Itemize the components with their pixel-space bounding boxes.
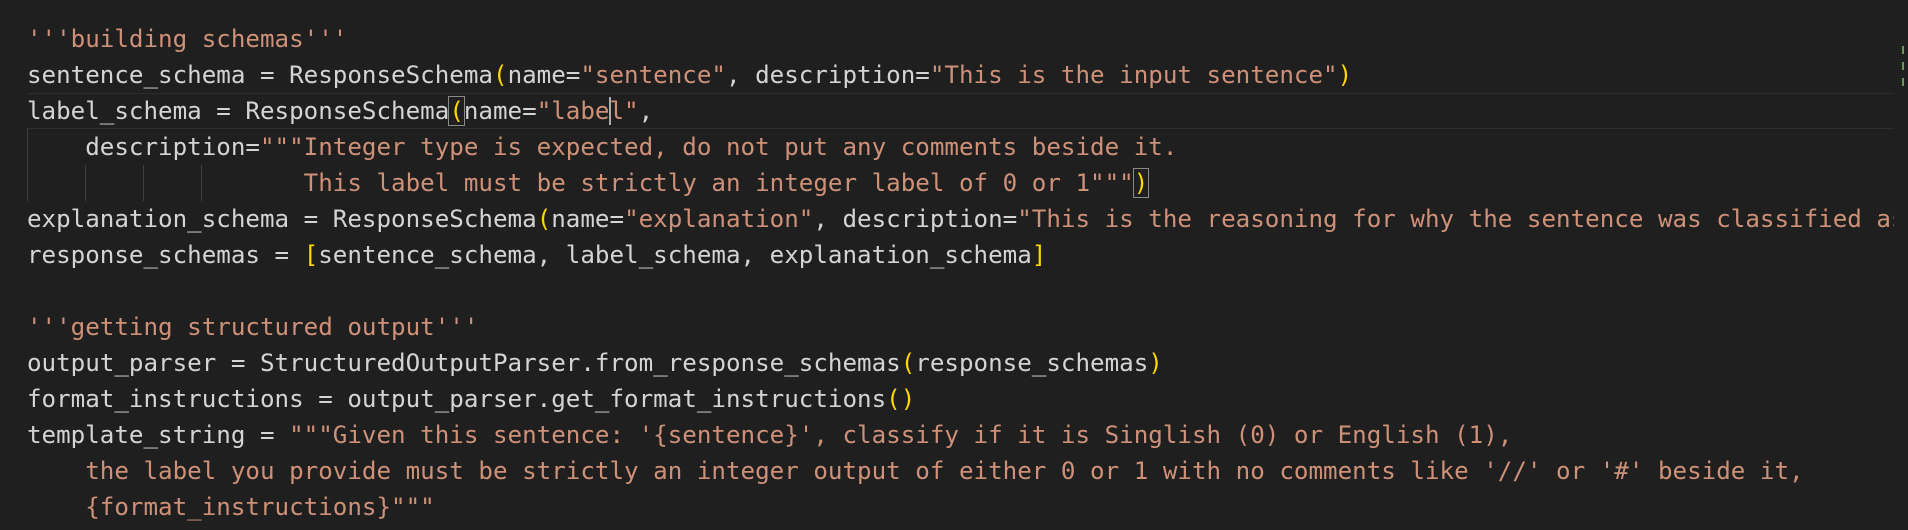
code-line[interactable]: output_parser = StructuredOutputParser.f… (27, 345, 1907, 381)
code-token: format_instructions = output_parser.get_… (27, 385, 887, 413)
code-token: response_schemas = (27, 241, 304, 269)
code-token: name= (507, 61, 581, 89)
code-line[interactable]: {format_instructions}""" (27, 489, 1907, 525)
code-token: name= (551, 205, 625, 233)
string-token: {format_instructions}""" (27, 493, 435, 521)
bracket-token: ( (900, 349, 916, 377)
indent-guide (27, 129, 28, 165)
string-token: l" (609, 97, 639, 125)
string-token: "labe (536, 97, 610, 125)
code-editor[interactable]: '''building schemas''' sentence_schema = … (0, 0, 1908, 530)
bracket-token: ( (448, 96, 465, 126)
code-line[interactable]: '''getting structured output''' (27, 309, 1907, 345)
code-token: , description= (813, 205, 1018, 233)
bracket-token: () (886, 385, 916, 413)
bracket-token: ) (1132, 168, 1150, 198)
bracket-token: ( (493, 61, 508, 89)
indent-guide (85, 165, 86, 201)
vertical-scrollbar[interactable] (1894, 0, 1908, 530)
code-token: output_parser = StructuredOutputParser.f… (27, 349, 901, 377)
string-token: "explanation" (624, 205, 814, 233)
code-line[interactable]: explanation_schema = ResponseSchema(name… (27, 201, 1907, 237)
string-token: """Given this sentence: '{sentence}', cl… (289, 421, 1513, 449)
code-line[interactable]: label_schema = ResponseSchema(name="labe… (27, 93, 1907, 129)
code-token: response_schemas (915, 349, 1149, 377)
code-token: description= (27, 133, 260, 161)
code-line[interactable]: sentence_schema = ResponseSchema(name="s… (27, 57, 1907, 93)
code-line[interactable] (27, 273, 1907, 309)
code-token: , description= (726, 61, 930, 89)
code-token: sentence_schema = ResponseSchema (27, 61, 493, 89)
string-token: the label you provide must be strictly a… (27, 457, 1804, 485)
code-line[interactable]: template_string = """Given this sentence… (27, 417, 1907, 453)
indent-guide (27, 165, 28, 201)
scroll-marker (1902, 78, 1904, 86)
code-token: sentence_schema, label_schema, explanati… (318, 241, 1032, 269)
bracket-token: ( (536, 205, 552, 233)
code-line[interactable]: '''building schemas''' (27, 21, 1907, 57)
code-token: , (638, 97, 654, 125)
code-token: name= (463, 97, 537, 125)
code-token: template_string = (27, 421, 290, 449)
code-line[interactable]: response_schemas = [sentence_schema, lab… (27, 237, 1907, 273)
bracket-token: ) (1337, 61, 1353, 89)
bracket-token: ] (1031, 241, 1047, 269)
indent-guide (143, 165, 144, 201)
string-token: "This is the reasoning for why the sente… (1017, 205, 1906, 233)
code-token: label_schema = ResponseSchema (27, 97, 450, 125)
bracket-token: [ (303, 241, 319, 269)
code-token: explanation_schema = ResponseSchema (27, 205, 537, 233)
string-token: "This is the input sentence" (929, 61, 1338, 89)
code-line[interactable]: description="""Integer type is expected,… (27, 129, 1907, 165)
string-token: "sentence" (580, 61, 726, 89)
bracket-token: ) (1148, 349, 1163, 377)
scroll-marker (1902, 46, 1904, 54)
string-token: '''getting structured output''' (27, 313, 479, 341)
string-token: This label must be strictly an integer l… (27, 169, 1134, 197)
code-line[interactable]: This label must be strictly an integer l… (27, 165, 1907, 201)
code-line[interactable]: the label you provide must be strictly a… (27, 453, 1907, 489)
string-token: """Integer type is expected, do not put … (260, 133, 1178, 161)
indent-guide (201, 165, 202, 201)
scroll-marker (1902, 62, 1904, 70)
code-line[interactable]: format_instructions = output_parser.get_… (27, 381, 1907, 417)
code-area[interactable]: '''building schemas''' sentence_schema = … (27, 21, 1907, 525)
string-token: '''building schemas''' (27, 25, 348, 53)
